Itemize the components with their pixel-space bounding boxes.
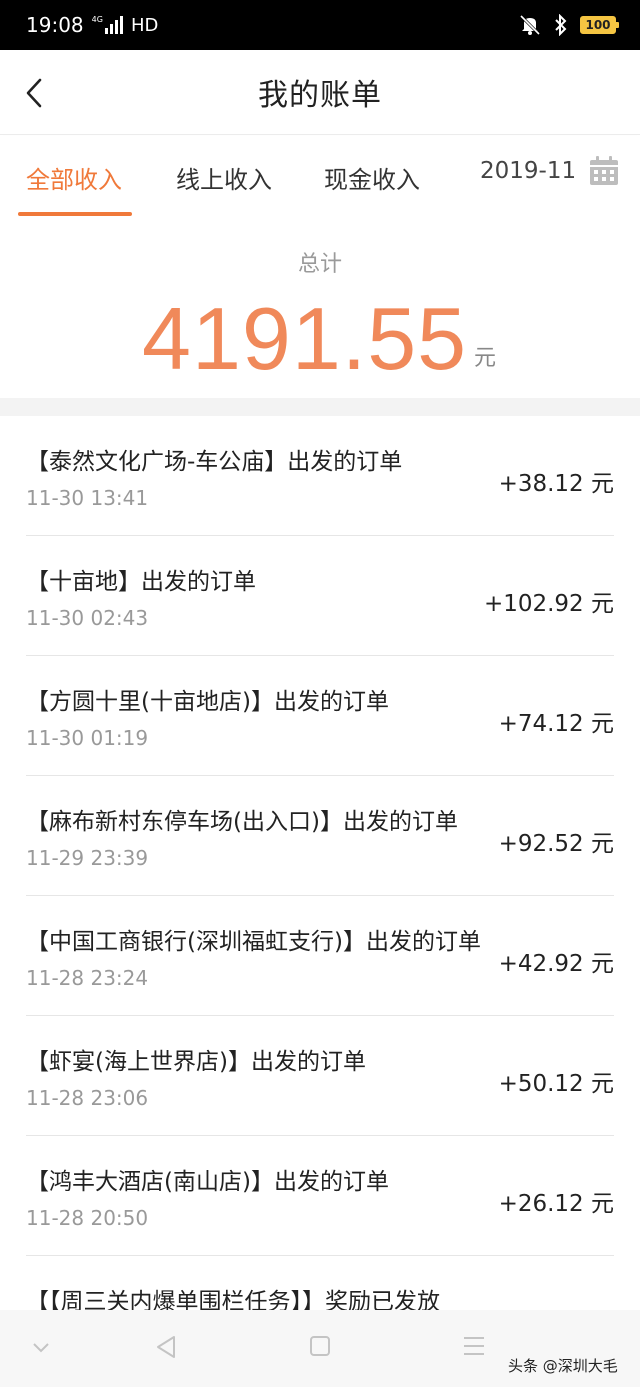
order-time: 11-30 13:41	[26, 486, 149, 510]
total-label: 总计	[297, 252, 342, 277]
list-item[interactable]: 【鸿丰大酒店(南山店)】出发的订单 11-28 20:50 +26.12 元	[0, 1136, 640, 1256]
order-list: 【泰然文化广场-车公庙】出发的订单 11-30 13:41 +38.12 元 【…	[0, 416, 640, 1376]
tab-cash-income[interactable]: 现金收入	[324, 160, 420, 216]
mute-icon	[519, 14, 541, 36]
total-unit: 元	[474, 346, 497, 371]
order-title: 【鸿丰大酒店(南山店)】出发的订单	[26, 1169, 389, 1195]
order-title: 【泰然文化广场-车公庙】出发的订单	[26, 449, 403, 475]
order-title: 【十亩地】出发的订单	[26, 569, 256, 595]
list-item[interactable]: 【麻布新村东停车场(出入口)】出发的订单 11-29 23:39 +92.52 …	[0, 776, 640, 896]
network-type: 4G	[91, 15, 103, 24]
month-selector[interactable]: 2019-11	[480, 158, 576, 184]
list-item[interactable]: 【虾宴(海上世界店)】出发的订单 11-28 23:06 +50.12 元	[0, 1016, 640, 1136]
order-time: 11-29 23:39	[26, 846, 149, 870]
section-separator	[0, 398, 640, 416]
list-item[interactable]: 【泰然文化广场-车公庙】出发的订单 11-30 13:41 +38.12 元	[0, 416, 640, 536]
tab-all-income[interactable]: 全部收入	[26, 160, 122, 216]
income-tabs: 全部收入 线上收入 现金收入 2019-11	[0, 136, 640, 216]
order-time: 11-30 02:43	[26, 606, 149, 630]
order-title: 【虾宴(海上世界店)】出发的订单	[26, 1049, 366, 1075]
order-time: 11-28 20:50	[26, 1206, 149, 1230]
order-title: 【麻布新村东停车场(出入口)】出发的订单	[26, 809, 458, 835]
order-amount: +26.12 元	[498, 1191, 614, 1217]
menu-icon[interactable]	[462, 1334, 486, 1358]
order-title: 【方圆十里(十亩地店)】出发的订单	[26, 689, 389, 715]
back-arrow-icon[interactable]	[20, 76, 50, 110]
list-item[interactable]: 【中国工商银行(深圳福虹支行)】出发的订单 11-28 23:24 +42.92…	[0, 896, 640, 1016]
order-time: 11-28 23:24	[26, 966, 149, 990]
order-amount: +92.52 元	[498, 831, 614, 857]
order-amount: +42.92 元	[498, 951, 614, 977]
back-triangle-icon[interactable]	[154, 1334, 178, 1360]
status-bar: 19:08 4G HD 100	[0, 0, 640, 50]
order-title: 【中国工商银行(深圳福虹支行)】出发的订单	[26, 929, 481, 955]
list-item[interactable]: 【十亩地】出发的订单 11-30 02:43 +102.92 元	[0, 536, 640, 656]
watermark: 头条 @深圳大毛	[508, 1357, 618, 1375]
total-summary: 总计 4191.55 元	[0, 216, 640, 398]
chevron-down-icon[interactable]	[32, 1342, 50, 1354]
battery-level: 100	[585, 18, 611, 32]
order-amount: +38.12 元	[498, 471, 614, 497]
order-amount: +102.92 元	[483, 591, 614, 617]
page-title: 我的账单	[258, 78, 382, 113]
list-item[interactable]: 【方圆十里(十亩地店)】出发的订单 11-30 01:19 +74.12 元	[0, 656, 640, 776]
order-amount: +50.12 元	[498, 1071, 614, 1097]
signal-icon: 4G	[92, 16, 123, 34]
total-amount: 4191.55	[142, 289, 468, 388]
nav-bar: 我的账单	[0, 50, 640, 135]
home-square-icon[interactable]	[308, 1334, 332, 1358]
status-time: 19:08	[26, 13, 84, 37]
calendar-icon[interactable]	[588, 155, 620, 187]
hd-indicator: HD	[130, 14, 159, 36]
battery-icon: 100	[580, 16, 619, 34]
order-time: 11-30 01:19	[26, 726, 149, 750]
tab-online-income[interactable]: 线上收入	[176, 160, 272, 216]
order-time: 11-28 23:06	[26, 1086, 149, 1110]
order-amount: +74.12 元	[498, 711, 614, 737]
bluetooth-icon	[555, 14, 567, 36]
